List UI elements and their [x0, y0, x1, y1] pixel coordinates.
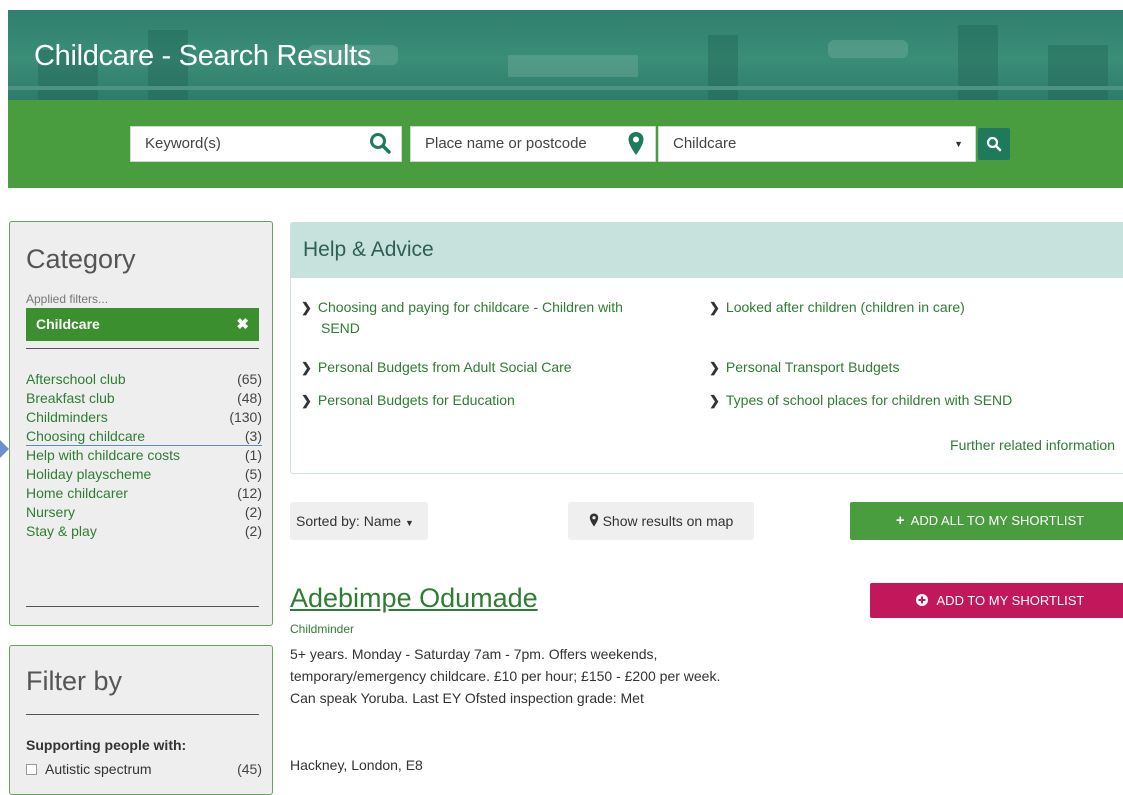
show-map-button[interactable]: Show results on map: [568, 502, 754, 540]
add-all-shortlist-button[interactable]: + ADD ALL TO MY SHORTLIST: [850, 502, 1123, 540]
filter-option[interactable]: Autistic spectrum (45): [26, 761, 262, 779]
category-item-count: (5): [244, 466, 262, 482]
highlight-arrow: [0, 440, 9, 458]
chevron-right-icon: ❯: [301, 393, 312, 408]
add-to-shortlist-label: ADD TO MY SHORTLIST: [936, 593, 1085, 608]
category-item-label: Afterschool club: [26, 371, 126, 387]
help-link[interactable]: ❯ Types of school places for children wit…: [709, 390, 1012, 411]
show-map-label: Show results on map: [602, 513, 734, 529]
remove-filter-icon[interactable]: ✖: [236, 308, 249, 341]
help-link[interactable]: ❯ Personal Budgets from Adult Social Care: [301, 357, 572, 378]
map-marker-icon: [589, 513, 603, 529]
supporting-label: Supporting people with:: [26, 737, 187, 753]
caret-down-icon: ▼: [404, 518, 414, 528]
category-item-label: Holiday playscheme: [26, 466, 152, 482]
category-item-count: (48): [237, 390, 262, 406]
page-title: Childcare - Search Results: [34, 40, 372, 72]
help-link-label: Types of school places for children with…: [725, 392, 1013, 408]
category-item-count: (1): [244, 447, 262, 463]
add-all-label: ADD ALL TO MY SHORTLIST: [910, 513, 1085, 528]
filter-panel: Filter by Supporting people with: Autist…: [9, 645, 273, 795]
help-advice-panel: Help & Advice ❯ Choosing and paying for c…: [290, 222, 1123, 474]
help-link-label: SEND: [321, 320, 360, 336]
search-icon: [986, 136, 1002, 152]
applied-filters-label: Applied filters...: [26, 292, 109, 306]
help-link-label: Choosing and paying for childcare - Chil…: [317, 299, 623, 315]
category-item-label: Help with childcare costs: [26, 447, 181, 463]
category-item-count: (65): [237, 371, 262, 387]
category-item[interactable]: Afterschool club (65): [26, 370, 262, 389]
category-item[interactable]: Help with childcare costs (1): [26, 446, 262, 465]
result-title-link[interactable]: Adebimpe Odumade: [290, 583, 538, 614]
help-link[interactable]: ❯ Looked after children (children in care…: [709, 297, 965, 318]
help-link-label: Personal Budgets from Adult Social Care: [317, 359, 572, 375]
chevron-right-icon: ❯: [709, 300, 720, 315]
result-address: Hackney, London, E8: [290, 757, 423, 773]
help-link[interactable]: ❯ Personal Budgets for Education: [301, 390, 515, 411]
category-item-label: Home childcarer: [26, 485, 128, 501]
category-item-label: Childminders: [26, 409, 108, 425]
category-title: Category: [26, 244, 136, 274]
category-item[interactable]: Nursery (2): [26, 503, 262, 522]
sort-dropdown[interactable]: Sorted by: Name ▼: [290, 502, 428, 540]
category-item[interactable]: Holiday playscheme (5): [26, 465, 262, 484]
place-placeholder: Place name or postcode: [425, 135, 587, 152]
category-item-count: (2): [244, 523, 262, 539]
chevron-right-icon: ❯: [301, 360, 312, 375]
category-item-label: Nursery: [26, 504, 76, 520]
help-link-label: Personal Budgets for Education: [317, 392, 515, 408]
further-info-link[interactable]: Further related information: [950, 437, 1115, 453]
category-item-count: (2): [244, 504, 262, 520]
category-item-count: (12): [237, 485, 262, 501]
category-item-count: (130): [229, 409, 262, 425]
help-link-label: Looked after children (children in care): [725, 299, 965, 315]
add-to-shortlist-button[interactable]: ADD TO MY SHORTLIST: [870, 583, 1123, 618]
category-item-label: Stay & play: [26, 523, 97, 539]
chevron-right-icon: ❯: [709, 393, 720, 408]
category-item-label: Choosing childcare: [26, 428, 146, 444]
search-button[interactable]: [978, 128, 1010, 160]
category-item[interactable]: Breakfast club (48): [26, 389, 262, 408]
category-item-highlighted[interactable]: Choosing childcare (3): [26, 427, 262, 446]
result-description: 5+ years. Monday - Saturday 7am - 7pm. O…: [290, 646, 721, 706]
divider: [26, 348, 259, 349]
applied-filter-label: Childcare: [36, 316, 100, 332]
chevron-down-icon: ▼: [954, 139, 963, 149]
service-type-value: Childcare: [673, 135, 737, 152]
filter-option-count: (45): [237, 761, 262, 777]
keyword-input[interactable]: Keyword(s): [130, 126, 402, 162]
category-item[interactable]: Stay & play (2): [26, 522, 262, 541]
filter-option-label: Autistic spectrum: [45, 761, 152, 777]
search-icon: [369, 132, 391, 167]
chevron-right-icon: ❯: [301, 300, 312, 315]
category-item[interactable]: Home childcarer (12): [26, 484, 262, 503]
plus-icon: +: [895, 512, 905, 529]
category-list: Afterschool club (65) Breakfast club (48) …: [26, 370, 262, 541]
chevron-right-icon: ❯: [709, 360, 720, 375]
category-item-label: Breakfast club: [26, 390, 115, 406]
page-banner: Childcare - Search Results: [8, 10, 1123, 100]
category-item[interactable]: Childminders (130): [26, 408, 262, 427]
search-bar: Keyword(s) Place name or postcode Childc…: [8, 100, 1123, 188]
help-advice-title: Help & Advice: [303, 238, 434, 261]
location-pin-icon: [627, 131, 645, 170]
plus-circle-icon: [915, 593, 937, 608]
sort-label: Sorted by: Name: [296, 513, 402, 529]
service-type-select[interactable]: Childcare ▼: [658, 126, 976, 162]
divider: [26, 606, 259, 607]
help-link[interactable]: ❯ Personal Transport Budgets: [709, 357, 899, 378]
applied-filter-chip[interactable]: Childcare ✖: [26, 308, 259, 341]
keyword-placeholder: Keyword(s): [145, 135, 221, 152]
category-panel: Category Applied filters... Childcare ✖ …: [9, 221, 273, 626]
help-link-label: Personal Transport Budgets: [725, 359, 900, 375]
place-input[interactable]: Place name or postcode: [410, 126, 656, 162]
filter-title: Filter by: [26, 666, 123, 696]
help-advice-header: Help & Advice: [291, 223, 1123, 278]
checkbox[interactable]: [26, 764, 37, 775]
result-type: Childminder: [290, 622, 355, 636]
divider: [26, 714, 259, 715]
help-link[interactable]: ❯ Choosing and paying for childcare - Chi…: [301, 297, 623, 338]
category-item-count: (3): [244, 428, 262, 444]
